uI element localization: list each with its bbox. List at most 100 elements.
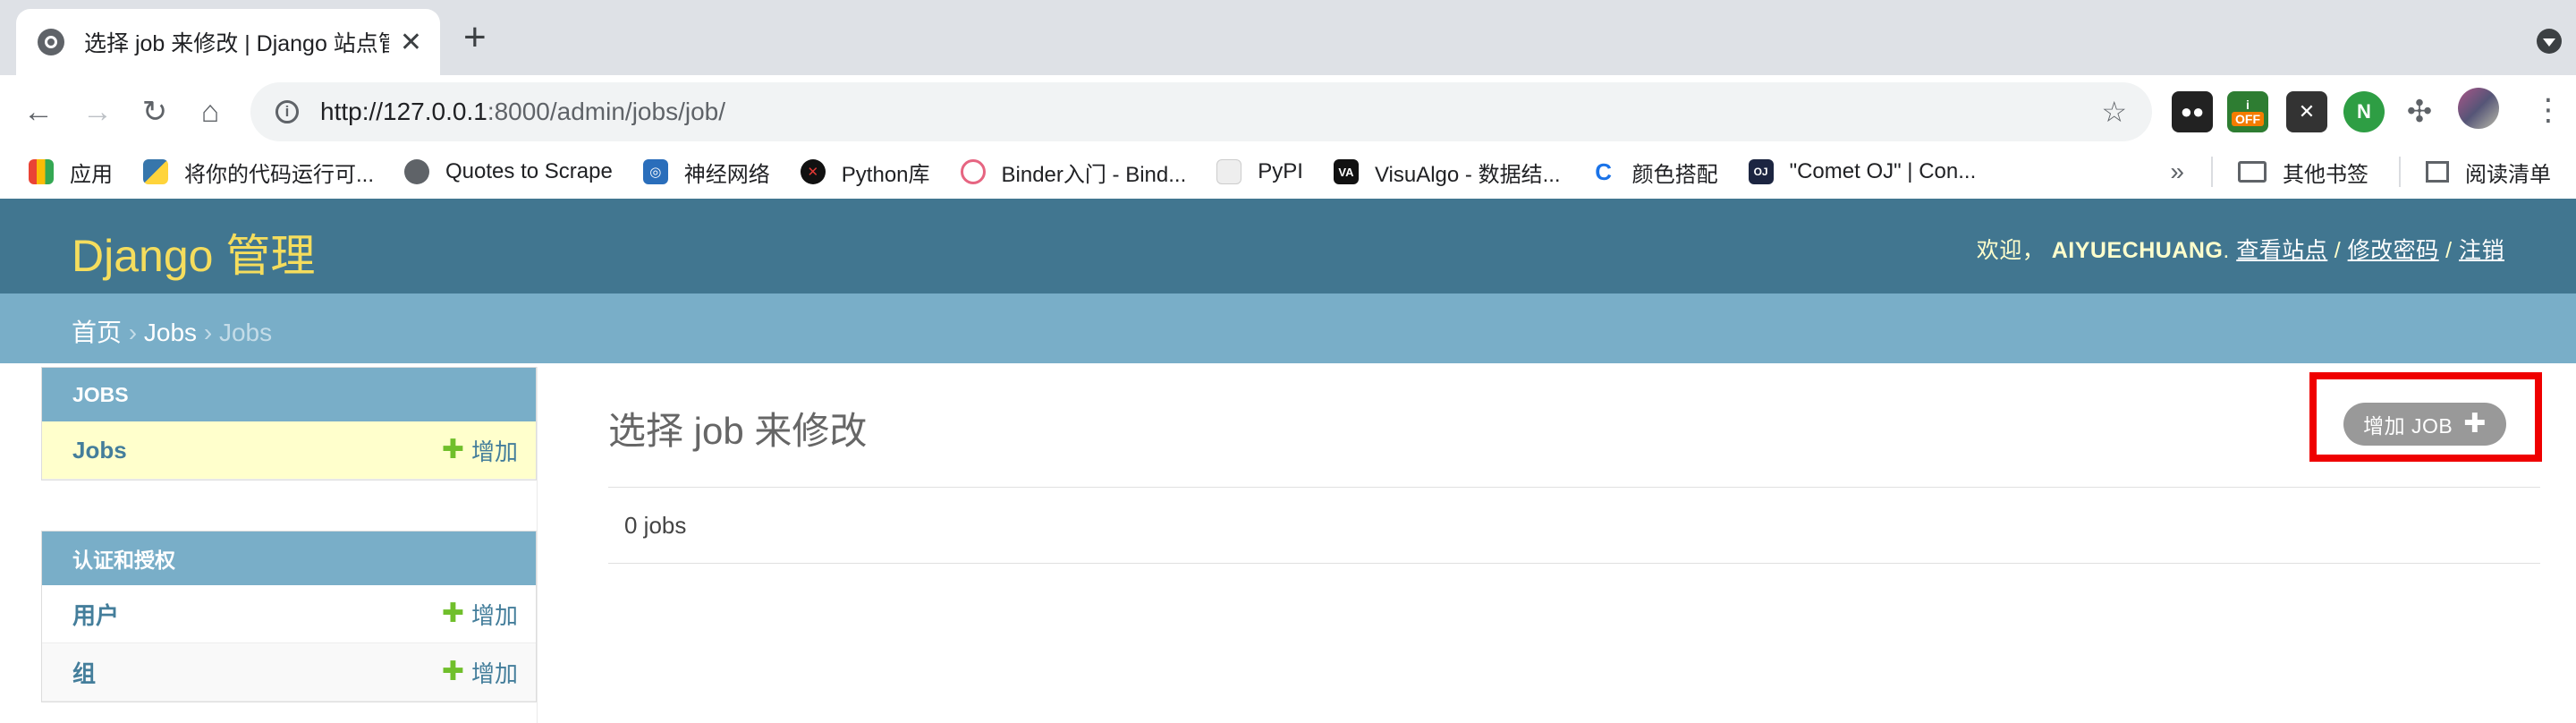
profile-avatar[interactable]: [2458, 88, 2499, 129]
bookmark-star-icon[interactable]: ☆: [2101, 95, 2127, 129]
home-icon[interactable]: ⌂: [188, 89, 233, 134]
globe-favicon-icon: [38, 29, 64, 55]
tab-close-icon[interactable]: ✕: [400, 27, 422, 58]
user-tools: 欢迎， AIYUECHUANG. 查看站点 / 修改密码 / 注销: [1976, 238, 2504, 263]
bookmark-item[interactable]: 将你的代码运行可...: [143, 157, 374, 188]
cube-icon: [1216, 159, 1242, 184]
browser-menu-icon[interactable]: ⋮: [2533, 95, 2563, 125]
bookmarks-separator: [2399, 157, 2401, 187]
breadcrumb: 首页 › Jobs › Jobs: [0, 293, 2576, 363]
spiral-icon: ◎: [642, 159, 668, 184]
user-tools-separator: /: [2438, 238, 2459, 263]
apps-grid-icon: [29, 159, 54, 184]
model-row-groups: 组 ✚ 增加: [42, 643, 536, 702]
bookmark-label: PyPI: [1258, 159, 1303, 183]
bookmark-item[interactable]: 应用: [29, 157, 113, 188]
bookmark-item[interactable]: Quotes to Scrape: [404, 159, 613, 184]
extensions-puzzle-icon[interactable]: ✣: [2399, 91, 2440, 132]
add-job-label: 增加 JOB: [2363, 414, 2453, 438]
browser-tab-strip: 选择 job 来修改 | Django 站点管 ✕ +: [0, 0, 2576, 75]
module-caption[interactable]: 认证和授权: [42, 532, 536, 585]
plus-icon: ✚: [441, 657, 464, 686]
bookmark-label: VisuAlgo - 数据结...: [1374, 162, 1561, 187]
bookmarks-right: » 其他书签 阅读清单: [2170, 147, 2551, 197]
off-extension-icon[interactable]: i OFF: [2227, 91, 2268, 132]
python-icon: [143, 159, 168, 184]
add-link-label: 增加: [470, 601, 518, 629]
app-module-auth: 认证和授权 用户 ✚ 增加 组 ✚ 增加: [41, 531, 537, 702]
browser-tab[interactable]: 选择 job 来修改 | Django 站点管 ✕: [16, 9, 440, 75]
bookmark-item[interactable]: C 颜色搭配: [1590, 157, 1718, 188]
nav-sidebar: JOBS Jobs ✚ 增加 认证和授权 用户 ✚ 增加 组 ✚ 增加: [41, 367, 538, 723]
bookmark-item[interactable]: VA VisuAlgo - 数据结...: [1333, 157, 1561, 188]
address-bar[interactable]: i http://127.0.0.1:8000/admin/jobs/job/ …: [250, 82, 2152, 141]
model-link-users[interactable]: 用户: [72, 598, 119, 631]
url-text[interactable]: http://127.0.0.1:8000/admin/jobs/job/: [320, 98, 725, 126]
model-link-groups[interactable]: 组: [72, 656, 96, 689]
breadcrumb-separator: ›: [197, 319, 219, 346]
admin-header: Django 管理 欢迎， AIYUECHUANG. 查看站点 / 修改密码 /…: [0, 199, 2576, 293]
plus-icon: ✚: [2463, 409, 2487, 438]
breadcrumb-home-link[interactable]: 首页: [72, 319, 122, 346]
binder-icon: [960, 159, 986, 184]
model-link-jobs[interactable]: Jobs: [72, 437, 127, 464]
user-tools-separator: /: [2327, 238, 2348, 263]
breadcrumb-current: Jobs: [218, 319, 273, 346]
globe-icon: [404, 159, 430, 184]
model-row-jobs: Jobs ✚ 增加: [42, 421, 536, 480]
add-link-label: 增加: [470, 659, 518, 687]
add-groups-link[interactable]: ✚ 增加: [442, 656, 518, 689]
logout-link[interactable]: 注销: [2459, 238, 2504, 263]
reading-list-icon: [2426, 161, 2449, 183]
bookmark-item[interactable]: ◎ 神经网络: [642, 157, 770, 188]
module-caption[interactable]: JOBS: [42, 368, 536, 421]
other-bookmarks-label: 其他书签: [2283, 162, 2368, 187]
bookmark-label: Quotes to Scrape: [445, 159, 613, 183]
back-arrow-icon[interactable]: ←: [16, 89, 61, 134]
bookmark-label: 颜色搭配: [1631, 162, 1718, 187]
breadcrumb-app-link[interactable]: Jobs: [144, 319, 197, 346]
model-row-users: 用户 ✚ 增加: [42, 585, 536, 643]
x-extension-icon[interactable]: ✕: [2286, 91, 2327, 132]
off-extension-badge: OFF: [2232, 112, 2264, 126]
new-tab-button[interactable]: +: [463, 18, 487, 57]
tab-search-icon[interactable]: [2537, 29, 2562, 54]
change-password-link[interactable]: 修改密码: [2348, 238, 2439, 263]
add-jobs-link[interactable]: ✚ 增加: [442, 434, 518, 467]
bookmark-item[interactable]: PyPI: [1216, 159, 1303, 184]
bookmark-label: 神经网络: [683, 162, 770, 187]
page-title: 选择 job 来修改: [608, 410, 868, 452]
breadcrumb-trail: 首页 › Jobs › Jobs: [72, 313, 272, 349]
add-users-link[interactable]: ✚ 增加: [442, 598, 518, 631]
bookmark-label: 应用: [70, 162, 113, 187]
welcome-text: 欢迎，: [1976, 238, 2046, 263]
plus-icon: ✚: [441, 435, 464, 464]
add-job-button[interactable]: 增加 JOB ✚: [2343, 403, 2506, 446]
x-circle-icon: ✕: [800, 159, 826, 184]
bookmarks-bar: 应用 将你的代码运行可... Quotes to Scrape ◎ 神经网络 ✕…: [0, 147, 2576, 197]
tab-title: 选择 job 来修改 | Django 站点管: [84, 31, 389, 56]
reload-icon[interactable]: ↻: [132, 89, 177, 134]
bookmark-label: 将你的代码运行可...: [184, 162, 375, 187]
other-bookmarks-folder[interactable]: 其他书签: [2238, 157, 2368, 188]
username: AIYUECHUANG: [2051, 238, 2224, 263]
bookmark-item[interactable]: Binder入门 - Bind...: [960, 157, 1186, 188]
view-site-link[interactable]: 查看站点: [2236, 238, 2327, 263]
n-extension-icon[interactable]: N: [2343, 91, 2385, 132]
bookmark-item[interactable]: ✕ Python库: [800, 157, 930, 188]
forward-arrow-icon[interactable]: →: [75, 89, 120, 134]
site-info-icon[interactable]: i: [275, 100, 299, 123]
bookmarks-overflow-chevron-icon[interactable]: »: [2170, 157, 2184, 186]
plus-icon: ✚: [441, 599, 464, 628]
app-module-jobs: JOBS Jobs ✚ 增加: [41, 367, 537, 481]
oj-icon: OJ: [1748, 159, 1774, 184]
reading-list-button[interactable]: 阅读清单: [2426, 157, 2551, 188]
bookmark-item[interactable]: OJ "Comet OJ" | Con...: [1748, 159, 1976, 184]
off-extension-top: i: [2246, 98, 2250, 112]
tampermonkey-extension-icon[interactable]: ●●: [2172, 91, 2213, 132]
url-path: :8000/admin/jobs/job/: [487, 98, 725, 125]
bookmark-label: Python库: [841, 162, 930, 187]
site-branding[interactable]: Django 管理: [72, 220, 315, 285]
folder-icon: [2238, 161, 2267, 183]
